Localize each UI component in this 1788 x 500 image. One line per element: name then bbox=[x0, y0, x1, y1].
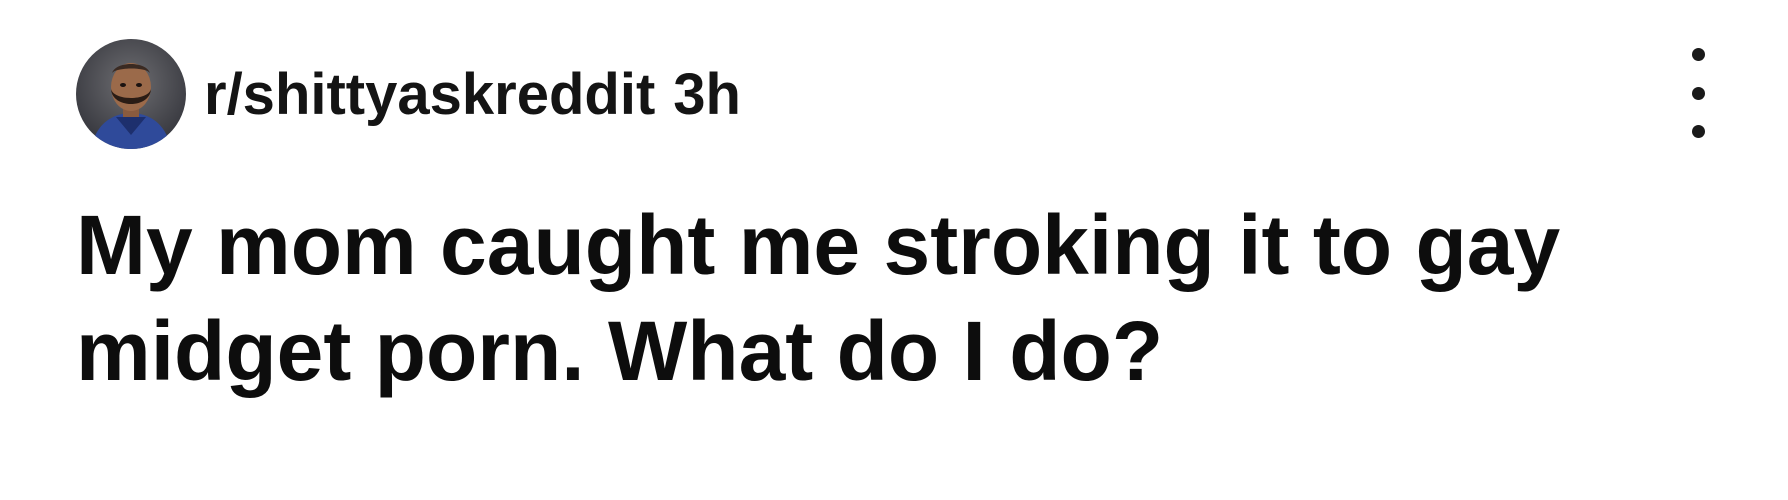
menu-dot bbox=[1691, 125, 1705, 138]
post-card[interactable]: r/shittyaskreddit 3h My mom caught me st… bbox=[0, 0, 1788, 500]
avatar-image bbox=[76, 39, 186, 149]
subreddit-link[interactable]: r/shittyaskreddit bbox=[204, 61, 655, 128]
menu-dot bbox=[1691, 48, 1705, 61]
more-vertical-icon[interactable] bbox=[1680, 48, 1716, 138]
post-title[interactable]: My mom caught me stroking it to gay midg… bbox=[76, 192, 1716, 404]
post-meta: r/shittyaskreddit 3h bbox=[204, 61, 741, 128]
menu-dot bbox=[1691, 86, 1705, 100]
avatar[interactable] bbox=[76, 39, 186, 149]
post-time: 3h bbox=[673, 61, 741, 127]
post-header: r/shittyaskreddit 3h bbox=[76, 39, 741, 149]
